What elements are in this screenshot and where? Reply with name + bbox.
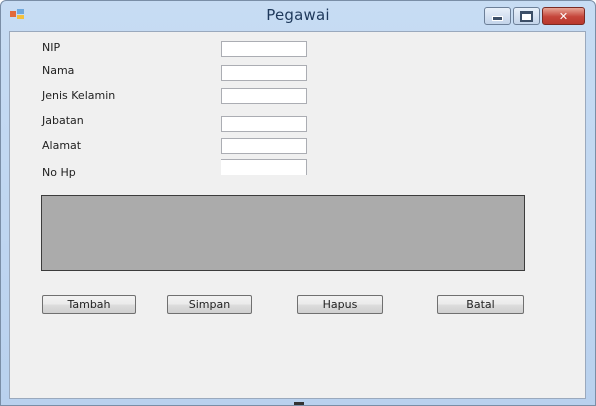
label-jabatan: Jabatan	[42, 114, 84, 127]
simpan-button[interactable]: Simpan	[167, 295, 252, 314]
no-hp-input[interactable]	[221, 164, 306, 179]
title-bar[interactable]: Pegawai ✕	[1, 1, 595, 29]
label-jenis-kelamin: Jenis Kelamin	[42, 89, 116, 102]
nip-field[interactable]	[221, 41, 307, 61]
alamat-field[interactable]	[221, 138, 307, 158]
form-client-area: NIP Nama Jenis Kelamin Jabatan Alamat No…	[9, 31, 586, 399]
maximize-button[interactable]	[513, 7, 540, 25]
maximize-icon	[520, 10, 533, 22]
nama-field[interactable]	[221, 65, 307, 85]
close-button[interactable]: ✕	[542, 7, 585, 25]
data-grid[interactable]	[41, 195, 525, 271]
minimize-button[interactable]	[484, 7, 511, 25]
jabatan-input[interactable]	[222, 121, 306, 136]
nip-input[interactable]	[222, 46, 306, 61]
label-no-hp: No Hp	[42, 166, 76, 179]
label-nama: Nama	[42, 64, 75, 77]
nama-input[interactable]	[222, 70, 306, 85]
label-alamat: Alamat	[42, 139, 82, 152]
alamat-input[interactable]	[222, 143, 306, 158]
hapus-button[interactable]: Hapus	[297, 295, 383, 314]
tambah-button[interactable]: Tambah	[42, 295, 136, 314]
jabatan-field[interactable]	[221, 116, 307, 136]
label-nip: NIP	[42, 41, 61, 54]
jenis-kelamin-field[interactable]	[221, 88, 307, 108]
jenis-kelamin-input[interactable]	[222, 93, 306, 108]
close-icon: ✕	[558, 9, 569, 23]
no-hp-field[interactable]	[221, 159, 307, 179]
resize-grip[interactable]	[294, 402, 304, 405]
minimize-icon	[492, 15, 503, 21]
app-window: Pegawai ✕ NIP Nama Jenis Kelamin Jabatan…	[0, 0, 596, 406]
batal-button[interactable]: Batal	[437, 295, 524, 314]
